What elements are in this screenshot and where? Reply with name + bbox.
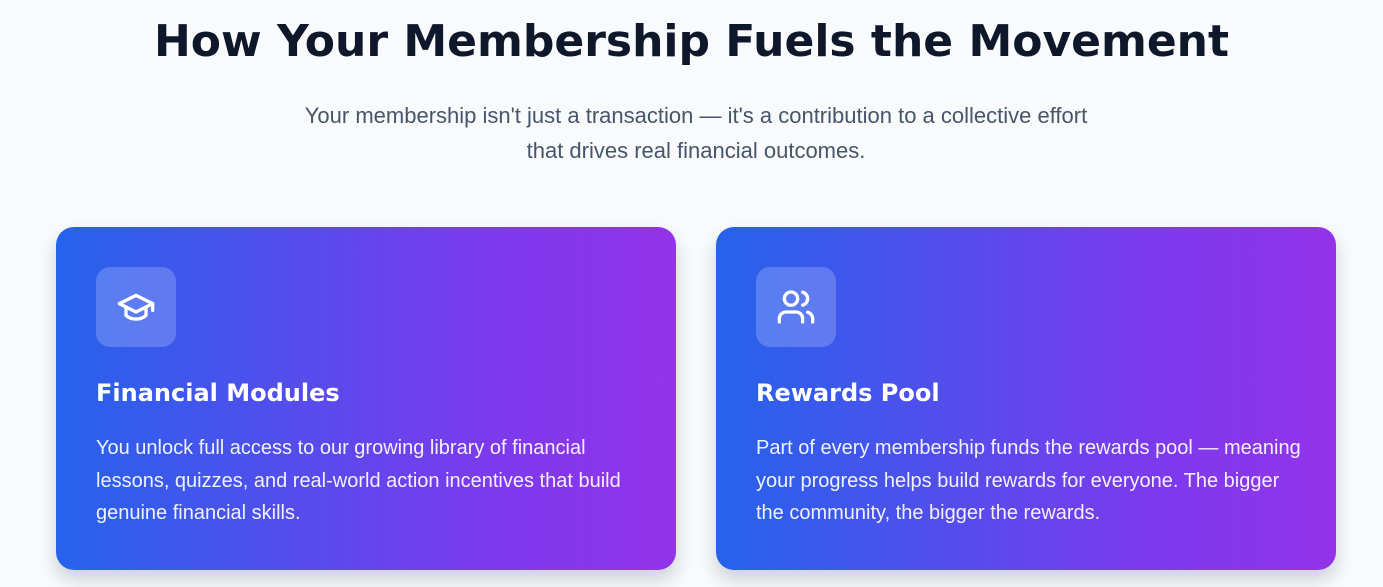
financial-modules-card: Financial Modules You unlock full access… <box>56 227 676 570</box>
card-title: Financial Modules <box>96 379 340 407</box>
membership-section: How Your Membership Fuels the Movement Y… <box>0 0 1383 587</box>
rewards-pool-card: Rewards Pool Part of every membership fu… <box>716 227 1336 570</box>
card-title: Rewards Pool <box>756 379 940 407</box>
users-icon <box>777 290 815 324</box>
card-icon-container <box>96 267 176 347</box>
card-description: Part of every membership funds the rewar… <box>756 437 1301 524</box>
card-icon-container <box>756 267 836 347</box>
graduation-cap-icon <box>117 293 155 321</box>
card-description: You unlock full access to our growing li… <box>96 437 621 524</box>
section-subtitle: Your membership isn't just a transaction… <box>304 103 1088 163</box>
section-title: How Your Membership Fuels the Movement <box>153 16 1230 67</box>
